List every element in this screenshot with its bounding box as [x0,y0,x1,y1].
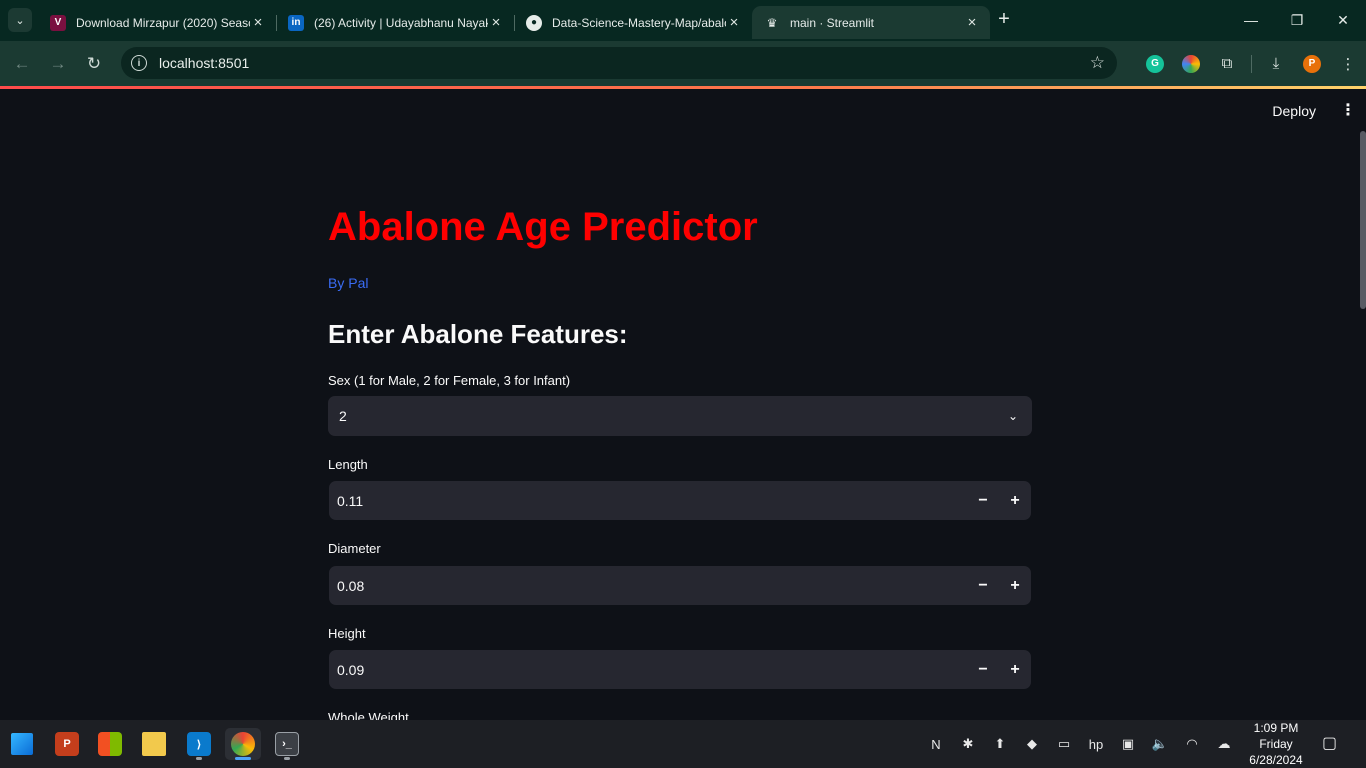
byline-text: By Pal [328,275,369,291]
site-info-icon[interactable]: i [131,55,147,71]
forward-arrow-icon[interactable]: → [40,54,76,74]
address-bar[interactable]: i localhost:8501 ☆ [121,47,1117,79]
deploy-button[interactable]: Deploy [1272,103,1316,119]
close-tab-icon[interactable]: × [964,14,980,31]
decrement-minus-icon[interactable]: − [967,481,999,520]
bookmark-star-icon[interactable]: ☆ [1090,53,1105,73]
tab-title: main · Streamlit [790,15,875,30]
file-explorer-icon[interactable] [136,728,172,760]
tray-app-icon[interactable]: N [924,732,948,756]
sex-select-label: Sex (1 for Male, 2 for Female, 3 for Inf… [328,373,571,388]
streamlit-app: Deploy ⋮ Abalone Age Predictor By Pal En… [0,89,1366,720]
section-heading: Enter Abalone Features: [328,319,628,349]
slack-icon[interactable]: ✱ [956,732,980,756]
anydesk-icon[interactable]: ◆ [1020,732,1044,756]
update-arrow-icon[interactable]: ⬆ [988,732,1012,756]
display-icon[interactable]: ▣ [1116,732,1140,756]
sex-select-value: 2 [339,408,347,424]
browser-tab[interactable]: V Download Mirzapur (2020) Season 2 × [38,6,277,39]
wifi-icon[interactable]: ◠ [1180,732,1204,756]
minimize-icon[interactable]: — [1228,0,1274,40]
height-label: Height [328,626,366,641]
linkedin-icon: in [288,14,304,31]
length-label: Length [328,457,368,472]
store-icon[interactable] [92,728,128,760]
height-value[interactable]: 0.09 [337,662,967,678]
increment-plus-icon[interactable]: + [999,566,1031,605]
back-arrow-icon[interactable]: ← [4,54,40,74]
vscode-icon[interactable]: ⟩ [181,728,217,760]
close-window-icon[interactable]: ✕ [1320,0,1366,40]
new-tab-plus-icon[interactable]: + [990,8,1018,31]
tab-title: Data-Science-Mastery-Map/abalone [552,15,726,30]
clock-date: 6/28/2024 [1249,753,1303,767]
start-windows-icon[interactable] [4,728,40,760]
streamlit-crown-icon: ♛ [766,15,778,30]
whole-weight-label: Whole Weight [328,710,409,720]
reload-icon[interactable]: ↻ [76,54,112,74]
url-text[interactable]: localhost:8501 [159,55,1090,71]
browser-tab[interactable]: in (26) Activity | Udayabhanu Nayak × [276,6,515,39]
windows-taskbar: P ⟩ ›_ N ✱ ⬆ ◆ ▭ hp ▣ 🔈 ◠ ☁ [0,720,1366,768]
tab-title: Download Mirzapur (2020) Season 2 [76,15,250,30]
chrome-icon[interactable] [225,728,261,760]
browser-tab-active[interactable]: ♛ main · Streamlit × [752,6,990,39]
extension-colorful-icon[interactable] [1173,54,1209,73]
tab-title: (26) Activity | Udayabhanu Nayak [314,15,488,30]
increment-plus-icon[interactable]: + [999,481,1031,520]
clock-day: Friday [1259,737,1293,751]
close-tab-icon[interactable]: × [250,14,266,31]
browser-menu-kebab-icon[interactable]: ⋮ [1330,55,1366,73]
clock-time: 1:09 PM [1253,721,1299,735]
battery-settings-icon[interactable]: ▭ [1052,732,1076,756]
notification-center-icon[interactable]: ▢ [1322,733,1342,753]
download-icon[interactable]: ⤓ [1258,55,1294,72]
onedrive-offline-icon[interactable]: ☁ [1212,732,1236,756]
sex-select[interactable]: 2 ⌄ [328,396,1032,436]
grammarly-icon[interactable]: G [1137,54,1173,73]
hp-icon[interactable]: hp [1084,732,1108,756]
restore-icon[interactable]: ❐ [1274,0,1320,40]
diameter-number-input[interactable]: 0.08 − + [329,566,1031,605]
tab-search-chevron-icon[interactable]: ⌄ [8,8,32,32]
increment-plus-icon[interactable]: + [999,650,1031,689]
browser-tab[interactable]: ● Data-Science-Mastery-Map/abalone × [514,6,752,39]
page-title: Abalone Age Predictor [328,205,758,249]
height-number-input[interactable]: 0.09 − + [329,650,1031,689]
diameter-value[interactable]: 0.08 [337,578,967,594]
toolbar-extensions: G ⧉ ⤓ P ⋮ [1137,41,1366,86]
chevron-down-icon[interactable]: ⌄ [1008,409,1018,423]
powerpoint-icon[interactable]: P [49,728,85,760]
profile-avatar[interactable]: P [1294,54,1330,73]
decrement-minus-icon[interactable]: − [967,566,999,605]
length-value[interactable]: 0.11 [337,493,967,509]
close-tab-icon[interactable]: × [726,14,742,31]
extensions-puzzle-icon[interactable]: ⧉ [1209,55,1245,72]
length-number-input[interactable]: 0.11 − + [329,481,1031,520]
browser-toolbar: ← → ↻ i localhost:8501 ☆ G ⧉ ⤓ P ⋮ [0,41,1366,86]
github-icon: ● [526,14,542,31]
v-logo-icon: V [50,14,66,31]
decrement-minus-icon[interactable]: − [967,650,999,689]
main-menu-kebab-icon[interactable]: ⋮ [1340,102,1356,120]
window-controls: — ❐ ✕ [1228,0,1366,40]
diameter-label: Diameter [328,541,381,556]
taskbar-clock[interactable]: 1:09 PM Friday 6/28/2024 [1246,720,1306,768]
page-scrollbar[interactable] [1360,131,1366,309]
terminal-icon[interactable]: ›_ [269,728,305,760]
browser-tab-strip: ⌄ V Download Mirzapur (2020) Season 2 × … [0,0,1366,41]
close-tab-icon[interactable]: × [488,14,504,31]
volume-icon[interactable]: 🔈 [1148,732,1172,756]
